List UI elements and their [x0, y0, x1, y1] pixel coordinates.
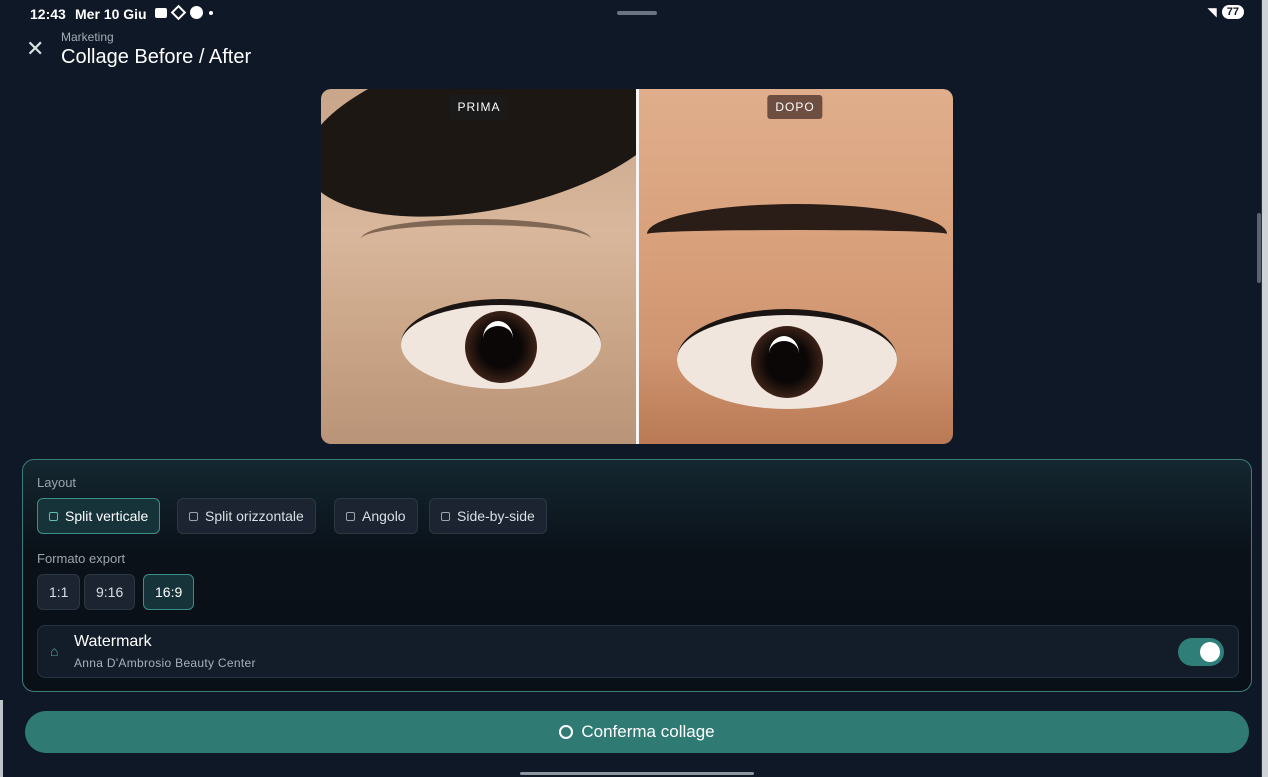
eye-shape	[401, 299, 601, 389]
page-title: Collage Before / After	[61, 46, 252, 68]
options-panel: Layout Split verticale Split orizzontale…	[22, 459, 1252, 692]
chip-label: Side-by-side	[457, 508, 535, 524]
side-by-side-icon	[441, 511, 450, 521]
status-date: Mer 10 Giu	[75, 6, 147, 22]
layout-label: Layout	[37, 475, 77, 490]
layout-side-by-side-button[interactable]: Side-by-side	[429, 498, 547, 534]
split-divider[interactable]	[636, 89, 639, 444]
account-icon	[190, 6, 203, 19]
watermark-toggle[interactable]	[1178, 638, 1224, 666]
watermark-row: ⌂ Watermark Anna D'Ambrosio Beauty Cente…	[37, 625, 1239, 678]
iris-shape	[751, 326, 823, 398]
chip-label: 16:9	[155, 584, 183, 600]
close-icon[interactable]: ✕	[26, 38, 44, 60]
format-1-1-button[interactable]: 1:1	[37, 574, 81, 610]
chip-label: 9:16	[96, 584, 124, 600]
status-icons	[155, 4, 213, 21]
toggle-knob	[1200, 642, 1220, 662]
watermark-subtitle: Anna D'Ambrosio Beauty Center	[74, 656, 256, 670]
drag-handle[interactable]	[617, 11, 657, 15]
eye-shape	[677, 309, 897, 409]
wifi-icon: ◥	[1207, 5, 1217, 19]
message-icon	[155, 7, 167, 18]
layout-split-orizzontale-button[interactable]: Split orizzontale	[177, 498, 316, 534]
chip-label: Split verticale	[65, 508, 149, 524]
format-label: Formato export	[37, 551, 126, 566]
scrollbar[interactable]	[1257, 213, 1261, 283]
stamp-icon: ⌂	[50, 643, 59, 659]
notification-dot-icon	[209, 10, 213, 15]
collage-preview: PRIMA DOPO	[321, 89, 953, 444]
chip-label: Split orizzontale	[205, 508, 304, 524]
battery-level: 77	[1221, 5, 1244, 19]
status-right: ◥ 77	[1208, 5, 1244, 19]
layout-split-verticale-button[interactable]: Split verticale	[37, 498, 161, 534]
header-section: Marketing	[61, 30, 114, 44]
layout-angolo-button[interactable]: Angolo	[334, 498, 418, 534]
app-frame: 12:43 Mer 10 Giu ◥ 77 ✕ Marketing Collag…	[0, 0, 1262, 777]
after-photo: DOPO	[637, 89, 953, 444]
app-diamond-icon	[170, 4, 187, 21]
split-horizontal-icon	[189, 511, 198, 521]
before-photo: PRIMA	[321, 89, 637, 444]
confirm-label: Conferma collage	[581, 722, 715, 741]
format-16-9-button[interactable]: 16:9	[143, 574, 195, 610]
iris-shape	[465, 311, 537, 383]
before-label: PRIMA	[449, 95, 509, 119]
window-edge	[0, 700, 3, 777]
home-indicator[interactable]	[520, 772, 754, 775]
format-9-16-button[interactable]: 9:16	[84, 574, 136, 610]
after-label: DOPO	[767, 95, 823, 119]
corner-icon	[346, 511, 355, 521]
confirm-collage-button[interactable]: Conferma collage	[25, 711, 1249, 753]
check-circle-icon	[559, 725, 574, 739]
split-vertical-icon	[49, 511, 58, 521]
chip-label: Angolo	[362, 508, 406, 524]
eyebrow-shape	[647, 204, 947, 264]
status-bar: 12:43 Mer 10 Giu ◥ 77	[0, 0, 1262, 28]
window-edge	[1262, 0, 1268, 777]
watermark-title: Watermark	[74, 633, 152, 650]
chip-label: 1:1	[49, 584, 69, 600]
eyebrow-shape	[361, 219, 591, 259]
status-time: 12:43	[30, 6, 66, 22]
